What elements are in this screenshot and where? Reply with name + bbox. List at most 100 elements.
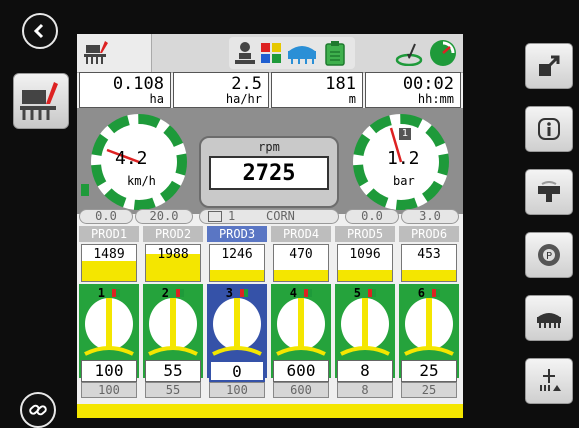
- row-number: 4: [271, 286, 331, 300]
- row-number-text: 5: [353, 286, 361, 300]
- row-status-icon: [304, 289, 313, 297]
- distance-unit: m: [348, 92, 356, 106]
- product-column[interactable]: PROD6 453 6 25 25: [399, 226, 459, 418]
- target-rate[interactable]: 0: [209, 360, 265, 382]
- product-label: PROD3: [207, 226, 267, 242]
- speed-min-pill: 0.0: [79, 209, 133, 224]
- rpm-label: rpm: [258, 140, 280, 154]
- pressure-value: 1.2: [387, 148, 420, 169]
- bottom-status-bar: [77, 404, 463, 418]
- product-label: PROD2: [143, 226, 203, 242]
- section-number: 1: [228, 209, 236, 223]
- pressure-gauge: 1 1.2 bar: [353, 114, 449, 210]
- seed-disc-icon: P: [538, 244, 560, 266]
- product-column[interactable]: PROD2 1988 2 55 55: [143, 226, 203, 418]
- speed-value: 4.2: [115, 148, 148, 169]
- seeder-mode-button[interactable]: [13, 73, 69, 129]
- row-values: 25 25: [399, 360, 459, 398]
- product-rate-value: 1988: [157, 247, 189, 262]
- product-rate-value: 1489: [93, 247, 125, 262]
- product-rate-box[interactable]: 470: [273, 244, 329, 282]
- product-rate-box[interactable]: 1096: [337, 244, 393, 282]
- planter-overview-button[interactable]: [525, 295, 573, 341]
- row-number-text: 3: [225, 286, 233, 300]
- actual-rate: 25: [401, 382, 457, 398]
- time-value: 00:02: [402, 74, 454, 94]
- product-column[interactable]: PROD3 1246 3 0 100: [207, 226, 267, 418]
- rpm-value: 2725: [242, 161, 296, 186]
- row-values: 100 100: [79, 360, 139, 398]
- list-icon: [208, 211, 222, 222]
- work-rate-unit: ha/hr: [225, 92, 262, 106]
- calibration-button[interactable]: [525, 358, 573, 404]
- row-number: 2: [143, 286, 203, 300]
- product-rate-box[interactable]: 1246: [209, 244, 265, 282]
- product-rate-fill: [274, 270, 328, 281]
- product-rate-value: 1246: [221, 247, 253, 262]
- row-number: 1: [79, 286, 139, 300]
- product-rate-box[interactable]: 453: [401, 244, 457, 282]
- row-number-text: 4: [289, 286, 297, 300]
- product-column[interactable]: PROD1 1489 1 100 100: [79, 226, 139, 418]
- stat-time: 00:02 hh:mm: [365, 72, 461, 108]
- hopper-icon: [538, 181, 560, 202]
- pressure-unit: bar: [393, 174, 415, 188]
- expand-icon: [539, 55, 560, 76]
- product-rate-box[interactable]: 1489: [81, 244, 137, 282]
- machine-icon: [288, 46, 316, 64]
- stat-area: 0.108 ha: [79, 72, 171, 108]
- target-rate[interactable]: 8: [337, 360, 393, 382]
- product-column[interactable]: PROD5 1096 5 88: [335, 226, 395, 418]
- row-number: 3: [207, 286, 267, 300]
- link-button[interactable]: [20, 392, 56, 428]
- actual-rate: 600: [273, 382, 329, 398]
- info-button[interactable]: [525, 106, 573, 152]
- product-label: PROD1: [79, 226, 139, 242]
- row-unit-icon: [540, 369, 561, 391]
- active-tab[interactable]: [77, 34, 152, 72]
- row-status-icon: [432, 289, 441, 297]
- seeder-icon: [20, 82, 58, 120]
- product-rate-fill: [82, 261, 136, 281]
- speed-max-pill: 20.0: [135, 209, 193, 224]
- target-rate[interactable]: 600: [273, 360, 329, 382]
- row-status-icon: [112, 289, 121, 297]
- target-rate[interactable]: 55: [145, 360, 201, 382]
- seed-tube-icon: [340, 298, 390, 356]
- back-button[interactable]: [22, 13, 58, 49]
- product-rate-fill: [338, 270, 392, 281]
- seed-tube-icon: [404, 298, 454, 356]
- row-number-text: 6: [417, 286, 425, 300]
- work-rate-value: 2.5: [231, 74, 262, 94]
- row-status-icon: [368, 289, 377, 297]
- main-panel: 0.108 ha 2.5 ha/hr 181 m 00:02 hh:mm 4.2 km/…: [77, 34, 463, 418]
- product-rate-value: 453: [417, 247, 441, 262]
- clipboard-icon: [325, 41, 345, 66]
- planter-icon: [537, 313, 561, 328]
- hopper-button[interactable]: [525, 169, 573, 215]
- product-column[interactable]: PROD4 470 4 600 600: [271, 226, 331, 418]
- area-value: 0.108: [112, 74, 164, 94]
- row-status-icon: [176, 289, 185, 297]
- operator-icon: [235, 42, 255, 64]
- seed-tube-icon: [84, 298, 134, 356]
- crop-name: CORN: [266, 209, 295, 223]
- row-number: 5: [335, 286, 395, 300]
- actual-rate: 100: [209, 382, 265, 398]
- actual-rate: 55: [145, 382, 201, 398]
- target-rate[interactable]: 100: [81, 360, 137, 382]
- row-number: 6: [399, 286, 459, 300]
- actual-rate: 8: [337, 382, 393, 398]
- speed-indicator: [81, 184, 89, 196]
- seed-plate-button[interactable]: P: [525, 232, 573, 278]
- time-unit: hh:mm: [417, 92, 454, 106]
- fullscreen-button[interactable]: [525, 43, 573, 89]
- product-rate-box[interactable]: 1988: [145, 244, 201, 282]
- row-values: 55 55: [143, 360, 203, 398]
- row-values: 0 100: [207, 360, 267, 398]
- stat-distance: 181 m: [271, 72, 363, 108]
- speed-unit: km/h: [127, 174, 156, 188]
- product-rate-fill: [402, 270, 456, 281]
- seed-tube-icon: [276, 298, 326, 356]
- target-rate[interactable]: 25: [401, 360, 457, 382]
